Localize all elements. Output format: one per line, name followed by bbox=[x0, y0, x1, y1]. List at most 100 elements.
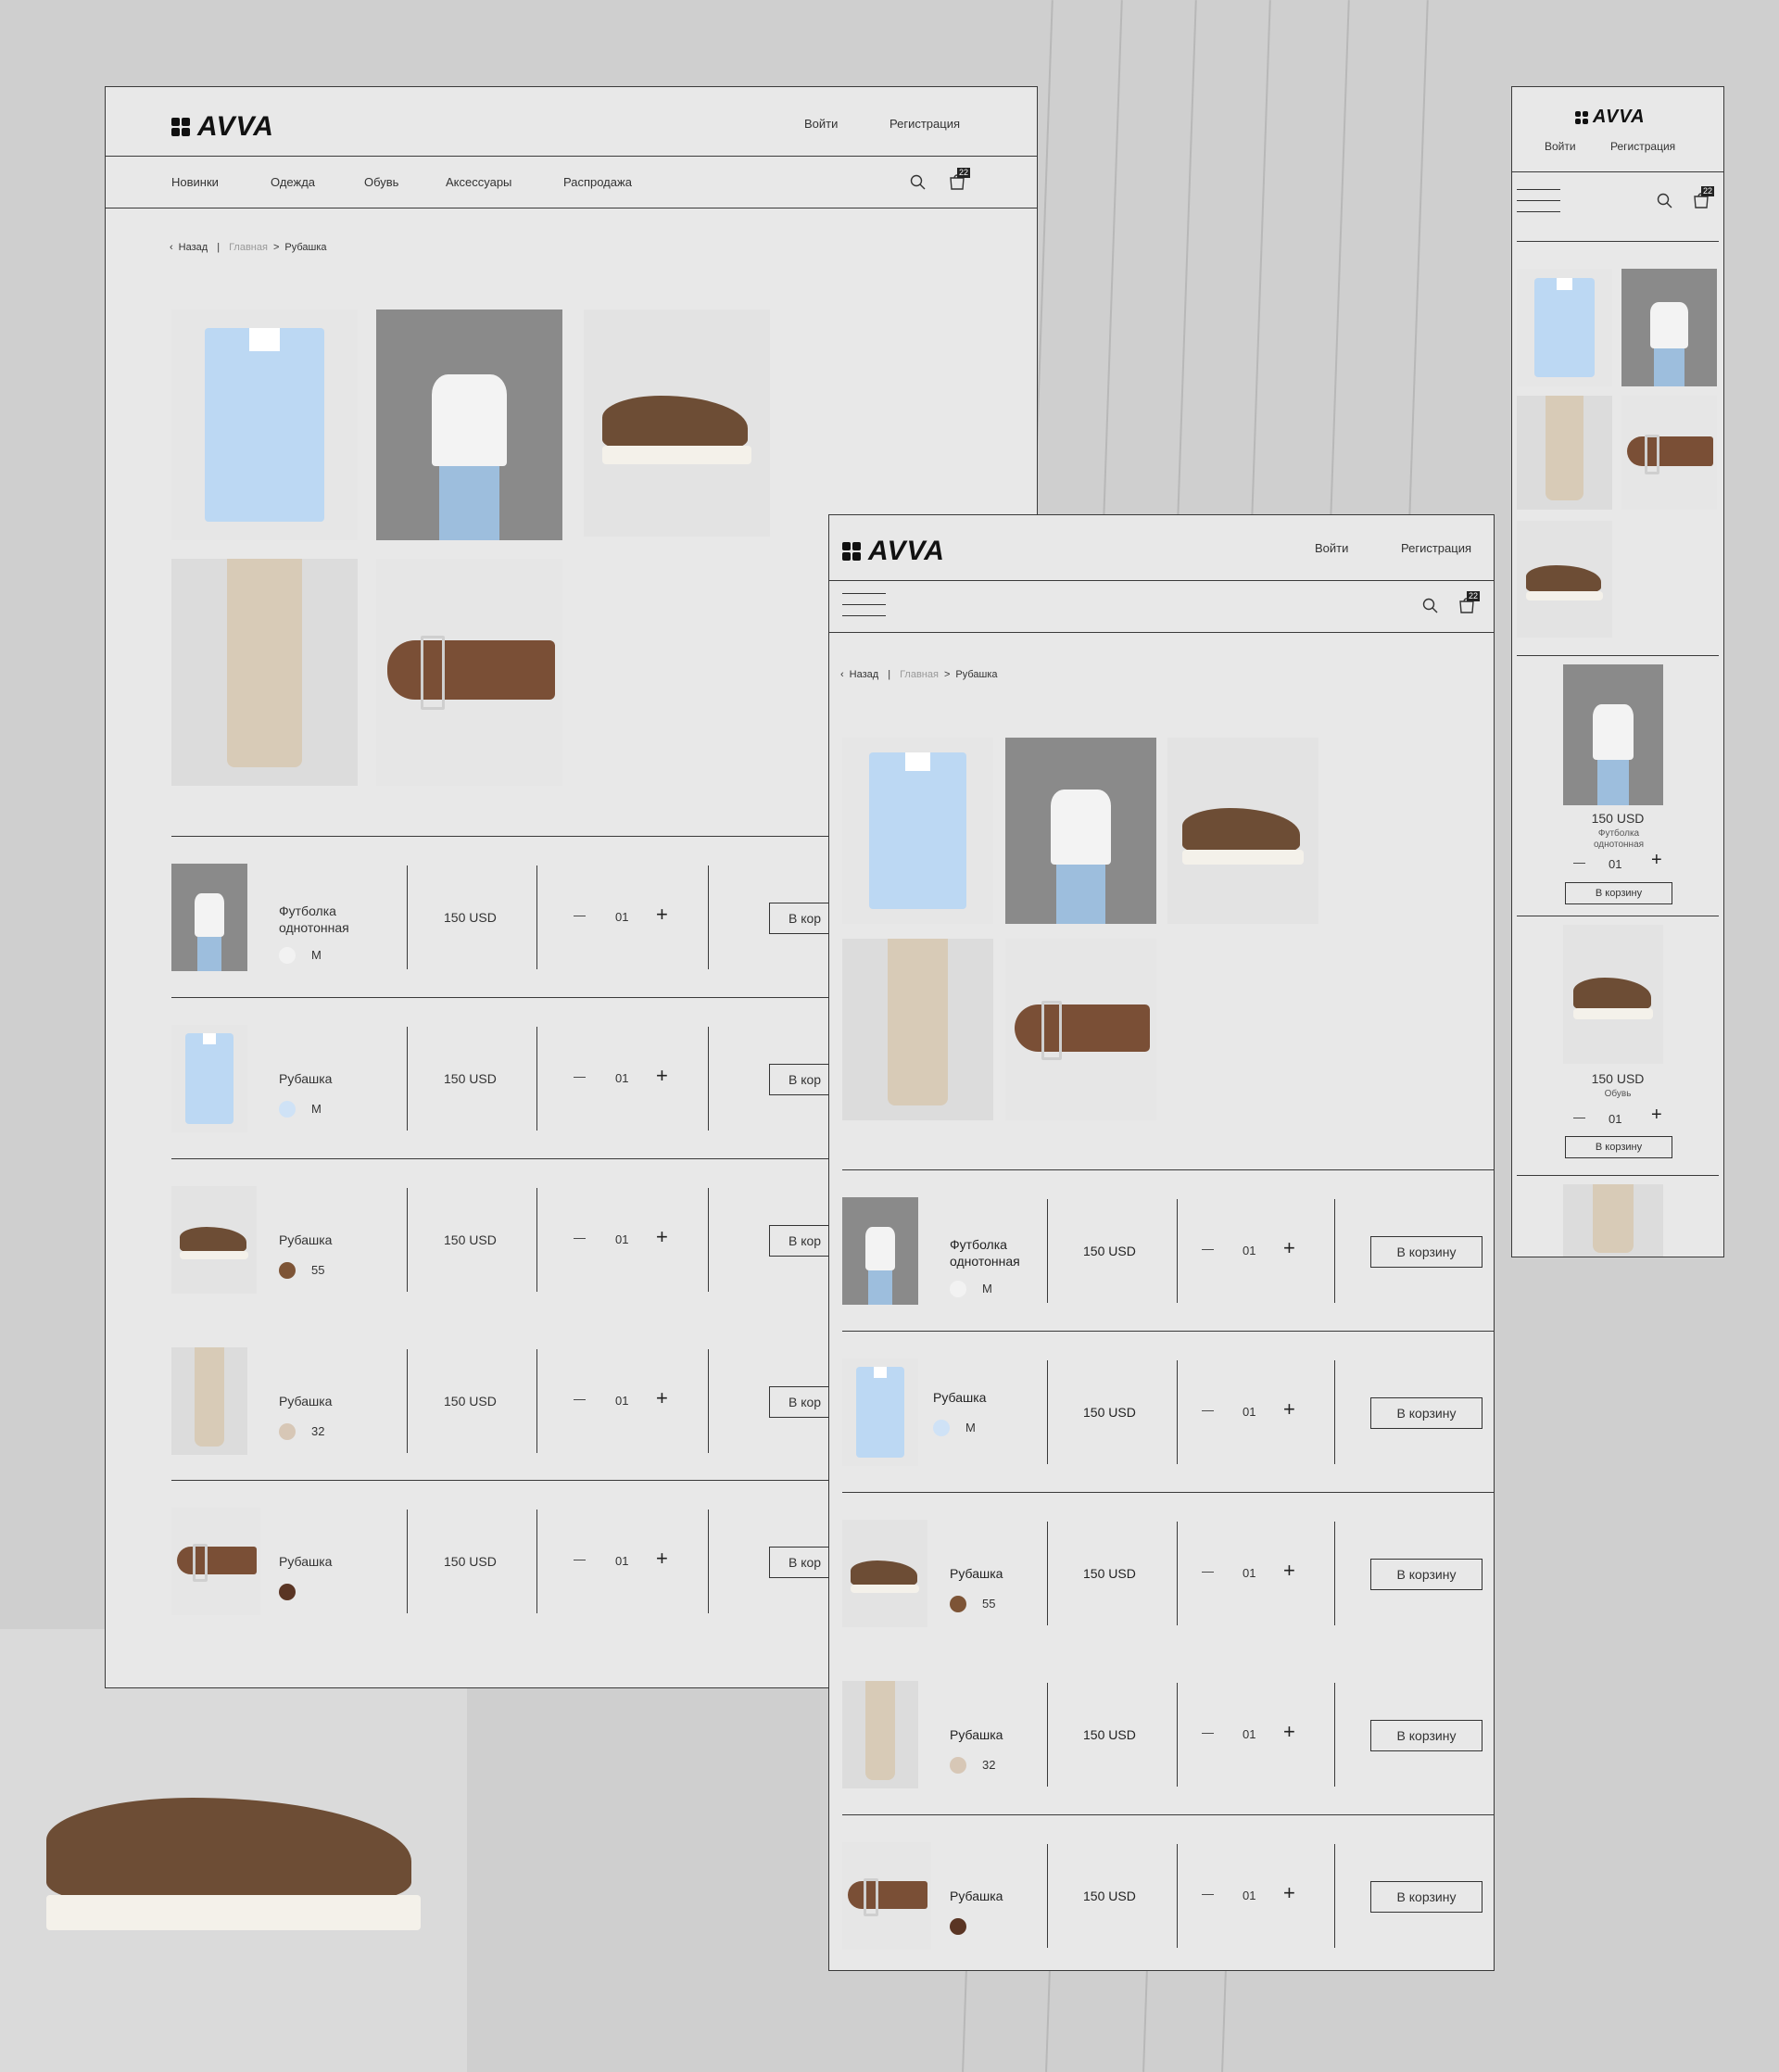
login-link[interactable]: Войти bbox=[1545, 140, 1576, 153]
color-swatch[interactable] bbox=[950, 1757, 966, 1774]
qty-minus-button[interactable]: — bbox=[1202, 1564, 1214, 1578]
qty-value[interactable]: 01 bbox=[1243, 1727, 1255, 1741]
product-image-pants[interactable] bbox=[1517, 396, 1612, 510]
breadcrumb-back[interactable]: Назад bbox=[850, 669, 879, 680]
qty-minus-button[interactable]: — bbox=[574, 1231, 586, 1244]
product-image-shirt[interactable] bbox=[842, 738, 993, 924]
qty-plus-button[interactable]: + bbox=[1283, 1236, 1295, 1260]
product-image-shirt[interactable] bbox=[171, 310, 358, 540]
nav-item-shoes[interactable]: Обувь bbox=[364, 175, 398, 189]
color-swatch[interactable] bbox=[950, 1918, 966, 1935]
add-to-cart-button[interactable]: В корзину bbox=[1370, 1881, 1482, 1913]
cart-row-thumb[interactable] bbox=[842, 1358, 918, 1466]
color-swatch[interactable] bbox=[950, 1596, 966, 1612]
qty-plus-button[interactable]: + bbox=[656, 1064, 668, 1088]
color-swatch[interactable] bbox=[279, 1423, 296, 1440]
qty-plus-button[interactable]: + bbox=[1283, 1559, 1295, 1583]
cart-row-thumb[interactable] bbox=[171, 1186, 257, 1294]
product-image-tshirt[interactable] bbox=[376, 310, 562, 540]
qty-plus-button[interactable]: + bbox=[1651, 1105, 1662, 1126]
qty-value[interactable]: 01 bbox=[615, 1394, 628, 1408]
qty-plus-button[interactable]: + bbox=[1283, 1397, 1295, 1421]
qty-minus-button[interactable]: — bbox=[1202, 1887, 1214, 1901]
cart-row-thumb[interactable] bbox=[842, 1520, 927, 1627]
qty-minus-button[interactable]: — bbox=[574, 1069, 586, 1083]
mobile-card-image[interactable] bbox=[1563, 664, 1663, 805]
nav-item-accessories[interactable]: Аксессуары bbox=[446, 175, 511, 189]
add-to-cart-button[interactable]: В корзину bbox=[1370, 1397, 1482, 1429]
cart-row-thumb[interactable] bbox=[842, 1681, 918, 1788]
product-image-shoes[interactable] bbox=[584, 310, 770, 537]
qty-value[interactable]: 01 bbox=[1609, 1112, 1621, 1126]
color-swatch[interactable] bbox=[933, 1420, 950, 1436]
login-link[interactable]: Войти bbox=[804, 117, 838, 131]
qty-minus-button[interactable]: — bbox=[1202, 1242, 1214, 1256]
qty-plus-button[interactable]: + bbox=[656, 1386, 668, 1410]
cart-row-thumb[interactable] bbox=[842, 1197, 918, 1305]
product-image-shoes[interactable] bbox=[1167, 738, 1318, 924]
breadcrumb-back[interactable]: Назад bbox=[179, 242, 208, 253]
qty-plus-button[interactable]: + bbox=[656, 903, 668, 927]
qty-plus-button[interactable]: + bbox=[656, 1225, 668, 1249]
color-swatch[interactable] bbox=[279, 1262, 296, 1279]
nav-item-clothes[interactable]: Одежда bbox=[271, 175, 315, 189]
menu-icon[interactable] bbox=[1517, 189, 1560, 222]
breadcrumb-home[interactable]: Главная bbox=[900, 669, 939, 680]
qty-minus-button[interactable]: — bbox=[1202, 1725, 1214, 1739]
add-to-cart-button[interactable]: В корзину bbox=[1565, 1136, 1672, 1158]
menu-icon[interactable] bbox=[842, 593, 886, 626]
cart-row-thumb[interactable] bbox=[171, 1347, 247, 1455]
color-swatch[interactable] bbox=[279, 947, 296, 964]
qty-value[interactable]: 01 bbox=[615, 910, 628, 924]
add-to-cart-button[interactable]: В корзину bbox=[1565, 882, 1672, 904]
product-image-shirt[interactable] bbox=[1517, 269, 1612, 386]
qty-minus-button[interactable]: — bbox=[1202, 1403, 1214, 1417]
qty-value[interactable]: 01 bbox=[615, 1071, 628, 1085]
nav-item-new[interactable]: Новинки bbox=[171, 175, 219, 189]
add-to-cart-button[interactable]: В корзину bbox=[1370, 1720, 1482, 1751]
qty-value[interactable]: 01 bbox=[1243, 1405, 1255, 1419]
login-link[interactable]: Войти bbox=[1315, 541, 1348, 555]
qty-plus-button[interactable]: + bbox=[656, 1547, 668, 1571]
qty-value[interactable]: 01 bbox=[1243, 1889, 1255, 1902]
color-swatch[interactable] bbox=[950, 1281, 966, 1297]
register-link[interactable]: Регистрация bbox=[1610, 140, 1675, 153]
cart-row-thumb[interactable] bbox=[842, 1842, 931, 1950]
qty-minus-button[interactable]: — bbox=[574, 908, 586, 922]
qty-minus-button[interactable]: — bbox=[574, 1392, 586, 1406]
qty-value[interactable]: 01 bbox=[615, 1232, 628, 1246]
qty-value[interactable]: 01 bbox=[1609, 857, 1621, 871]
product-image-belt[interactable] bbox=[1621, 396, 1717, 510]
product-image-belt[interactable] bbox=[376, 559, 562, 786]
register-link[interactable]: Регистрация bbox=[1401, 541, 1471, 555]
back-arrow-icon[interactable]: ‹ bbox=[170, 242, 173, 253]
register-link[interactable]: Регистрация bbox=[890, 117, 960, 131]
qty-plus-button[interactable]: + bbox=[1283, 1881, 1295, 1905]
add-to-cart-button[interactable]: В корзину bbox=[1370, 1236, 1482, 1268]
product-image-pants[interactable] bbox=[842, 939, 993, 1120]
qty-minus-button[interactable]: — bbox=[1573, 855, 1585, 869]
color-swatch[interactable] bbox=[279, 1584, 296, 1600]
qty-value[interactable]: 01 bbox=[1243, 1566, 1255, 1580]
color-swatch[interactable] bbox=[279, 1101, 296, 1118]
cart-row-thumb[interactable] bbox=[171, 864, 247, 971]
product-image-tshirt[interactable] bbox=[1621, 269, 1717, 386]
breadcrumb-home[interactable]: Главная bbox=[229, 242, 268, 253]
search-icon[interactable] bbox=[910, 174, 927, 191]
qty-minus-button[interactable]: — bbox=[1573, 1110, 1585, 1124]
mobile-card-image[interactable] bbox=[1563, 925, 1663, 1064]
cart-row-thumb[interactable] bbox=[171, 1508, 260, 1615]
qty-minus-button[interactable]: — bbox=[574, 1552, 586, 1566]
search-icon[interactable] bbox=[1657, 193, 1673, 209]
mobile-card-image[interactable] bbox=[1563, 1184, 1663, 1257]
product-image-belt[interactable] bbox=[1005, 939, 1156, 1120]
brand-logo[interactable]: AVVA bbox=[171, 111, 274, 143]
brand-logo[interactable]: AVVA bbox=[1575, 107, 1646, 128]
product-image-pants[interactable] bbox=[171, 559, 358, 786]
product-image-tshirt[interactable] bbox=[1005, 738, 1156, 924]
cart-row-thumb[interactable] bbox=[171, 1025, 247, 1132]
add-to-cart-button[interactable]: В корзину bbox=[1370, 1559, 1482, 1590]
brand-logo[interactable]: AVVA bbox=[842, 536, 945, 567]
qty-value[interactable]: 01 bbox=[615, 1554, 628, 1568]
nav-item-sale[interactable]: Распродажа bbox=[563, 175, 632, 189]
